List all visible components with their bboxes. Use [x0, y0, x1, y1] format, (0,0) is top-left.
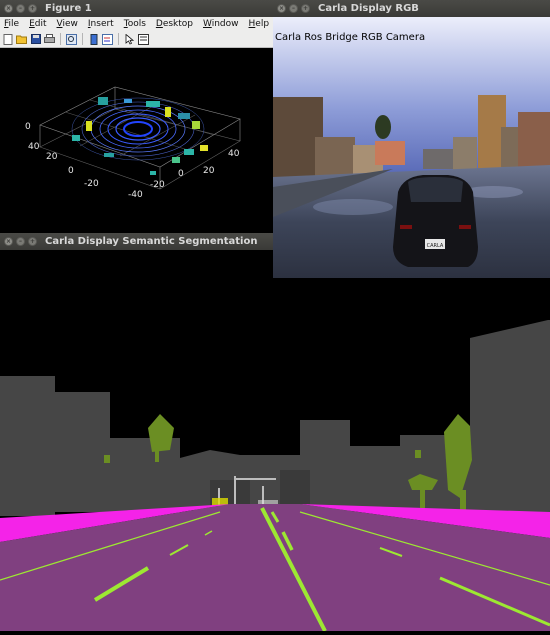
window-title: Carla Display RGB [318, 3, 419, 14]
x-tick-label: -40 [128, 190, 143, 200]
data-cursor-icon[interactable] [138, 33, 149, 45]
x-tick-label: -20 [150, 180, 165, 190]
rgb-window[interactable]: × – + Carla Display RGB CARLA Carla Ros … [273, 0, 550, 278]
menubar: File Edit View Insert Tools Desktop Wind… [0, 17, 282, 31]
minimize-icon[interactable]: – [16, 4, 25, 13]
menu-insert[interactable]: Insert [88, 19, 114, 29]
figure-titlebar[interactable]: × – + Figure 1 [0, 0, 275, 17]
figure-window[interactable]: × – + Figure 1 File Edit View Insert Too… [0, 0, 282, 233]
toolbar-separator [60, 33, 61, 45]
camera-caption: Carla Ros Bridge RGB Camera [275, 32, 426, 43]
pointer-icon[interactable] [124, 33, 135, 45]
colorbar-icon[interactable] [88, 33, 99, 45]
x-tick-label: 0 [178, 169, 184, 179]
legend-icon[interactable] [102, 33, 113, 45]
close-icon[interactable]: × [277, 4, 286, 13]
toolbar-separator [82, 33, 83, 45]
close-icon[interactable]: × [4, 4, 13, 13]
x-tick-label: 40 [228, 149, 240, 159]
figure-toolbar [0, 31, 275, 48]
lidar-3d-plot[interactable]: 0 40 20 0 -20 40 20 0 -20 -40 [0, 49, 275, 233]
save-icon[interactable] [30, 34, 41, 45]
rgb-titlebar[interactable]: × – + Carla Display RGB [273, 0, 550, 17]
rgb-camera-image: CARLA Carla Ros Bridge RGB Camera [273, 17, 550, 278]
maximize-icon[interactable]: + [301, 4, 310, 13]
print-icon[interactable] [44, 34, 55, 45]
window-title: Carla Display Semantic Segmentation [45, 236, 258, 247]
menu-help[interactable]: Help [249, 19, 270, 29]
lidar-origin [136, 127, 140, 131]
minimize-icon[interactable]: – [16, 237, 25, 246]
y-tick-label: 20 [46, 152, 58, 162]
menu-window[interactable]: Window [203, 19, 239, 29]
window-title: Figure 1 [45, 3, 92, 14]
segmentation-titlebar[interactable]: × – + Carla Display Semantic Segmentatio… [0, 233, 273, 250]
segmentation-window[interactable]: × – + Carla Display Semantic Segmentatio… [0, 233, 550, 632]
zoom-icon[interactable] [66, 33, 77, 45]
license-plate-text: CARLA [427, 243, 444, 249]
y-tick-label: -20 [84, 179, 99, 189]
maximize-icon[interactable]: + [28, 237, 37, 246]
segmentation-image [0, 250, 550, 632]
minimize-icon[interactable]: – [289, 4, 298, 13]
z-tick-label: 0 [25, 122, 31, 132]
menu-file[interactable]: File [4, 19, 19, 29]
menu-view[interactable]: View [57, 19, 78, 29]
ego-vehicle: CARLA [393, 175, 478, 267]
toolbar-separator [118, 33, 119, 45]
x-tick-label: 20 [203, 166, 215, 176]
maximize-icon[interactable]: + [28, 4, 37, 13]
menu-desktop[interactable]: Desktop [156, 19, 193, 29]
menu-edit[interactable]: Edit [29, 19, 46, 29]
close-icon[interactable]: × [4, 237, 13, 246]
menu-tools[interactable]: Tools [124, 19, 146, 29]
open-folder-icon[interactable] [16, 34, 27, 45]
y-tick-label: 0 [68, 166, 74, 176]
new-file-icon[interactable] [2, 33, 13, 45]
y-tick-label: 40 [28, 142, 40, 152]
